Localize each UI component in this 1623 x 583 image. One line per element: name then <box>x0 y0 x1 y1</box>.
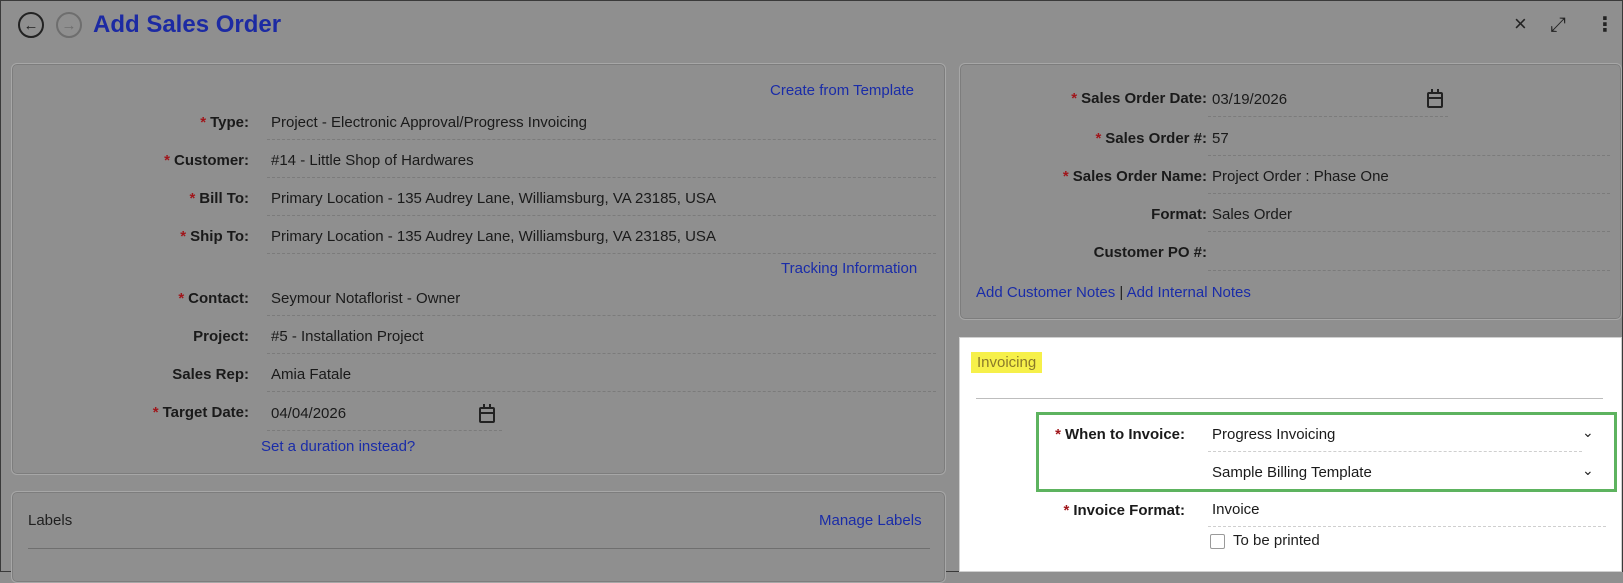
contact-field[interactable]: Seymour Notaflorist - Owner <box>267 290 936 316</box>
customer-label: * Customer: <box>164 152 249 169</box>
invoice-format-field[interactable]: Invoice <box>1208 501 1606 527</box>
sales-order-number-label: * Sales Order #: <box>1095 130 1207 147</box>
sales-order-name-field[interactable]: Project Order : Phase One <box>1208 168 1610 194</box>
invoicing-panel: Invoicing * When to Invoice: Progress Inv… <box>959 337 1622 572</box>
notes-links: Add Customer Notes | Add Internal Notes <box>976 284 1251 301</box>
type-label: * Type: <box>200 114 249 131</box>
tracking-information-link[interactable]: Tracking Information <box>781 260 917 277</box>
target-date-label: * Target Date: <box>152 404 249 421</box>
calendar-icon[interactable] <box>479 404 495 423</box>
when-to-invoice-select[interactable]: Progress Invoicing <box>1208 426 1582 452</box>
when-to-invoice-label: * When to Invoice: <box>1055 426 1185 443</box>
arrow-right-icon: → <box>61 16 77 34</box>
page-title: Add Sales Order <box>93 11 282 38</box>
ship-to-field[interactable]: Primary Location - 135 Audrey Lane, Will… <box>267 228 936 254</box>
customer-field[interactable]: #14 - Little Shop of Hardwares <box>267 152 936 178</box>
add-internal-notes-link[interactable]: Add Internal Notes <box>1127 284 1251 301</box>
expand-icon[interactable]: ⤢ <box>1550 15 1566 35</box>
sales-order-name-label: * Sales Order Name: <box>1062 168 1207 185</box>
manage-labels-link[interactable]: Manage Labels <box>819 512 922 529</box>
type-field[interactable]: Project - Electronic Approval/Progress I… <box>267 114 936 140</box>
project-field[interactable]: #5 - Installation Project <box>267 328 936 354</box>
app-window: ← → Add Sales Order × ⤢ ⋮ Create from Te… <box>0 0 1623 583</box>
ship-to-label: * Ship To: <box>180 228 249 245</box>
customer-po-field[interactable] <box>1208 244 1610 271</box>
arrow-left-icon: ← <box>23 16 39 34</box>
order-info-panel: * Sales Order Date: 03/19/2026 * Sales Ord… <box>959 63 1622 320</box>
sales-order-date-label: * Sales Order Date: <box>1071 90 1207 107</box>
invoicing-title: Invoicing <box>971 352 1043 373</box>
contact-label: * Contact: <box>178 290 249 307</box>
calendar-icon[interactable] <box>1427 89 1443 108</box>
set-duration-link[interactable]: Set a duration instead? <box>261 438 415 455</box>
order-details-panel: Create from Template * Type: Project - El… <box>11 63 946 475</box>
format-label: Format: <box>1151 206 1207 223</box>
target-date-field[interactable]: 04/04/2026 <box>267 405 502 431</box>
sales-order-date-field[interactable]: 03/19/2026 <box>1208 91 1448 117</box>
project-label: Project: <box>193 328 249 345</box>
bill-to-label: * Bill To: <box>189 190 249 207</box>
more-options-icon[interactable]: ⋮ <box>1595 15 1615 35</box>
to-be-printed-checkbox[interactable] <box>1210 534 1225 549</box>
forward-button[interactable]: → <box>56 12 82 38</box>
notes-separator: | <box>1119 284 1124 301</box>
to-be-printed-label: To be printed <box>1233 532 1320 549</box>
chevron-down-icon[interactable]: ⌄ <box>1582 462 1594 479</box>
labels-divider <box>28 548 930 549</box>
sales-rep-field[interactable]: Amia Fatale <box>267 366 936 392</box>
billing-template-select[interactable]: Sample Billing Template <box>1208 464 1582 489</box>
labels-panel: Labels Manage Labels <box>11 491 946 583</box>
sales-order-number-field[interactable]: 57 <box>1208 130 1610 156</box>
page-header: ← → Add Sales Order × ⤢ ⋮ <box>1 1 1622 53</box>
format-field[interactable]: Sales Order <box>1208 206 1610 232</box>
create-from-template-link[interactable]: Create from Template <box>770 82 914 99</box>
chevron-down-icon[interactable]: ⌄ <box>1582 424 1594 441</box>
close-icon[interactable]: × <box>1514 13 1527 35</box>
invoicing-divider <box>976 398 1603 399</box>
bill-to-field[interactable]: Primary Location - 135 Audrey Lane, Will… <box>267 190 936 216</box>
sales-rep-label: Sales Rep: <box>172 366 249 383</box>
back-button[interactable]: ← <box>18 12 44 38</box>
add-customer-notes-link[interactable]: Add Customer Notes <box>976 284 1115 301</box>
invoice-format-label: * Invoice Format: <box>1063 502 1185 519</box>
customer-po-label: Customer PO #: <box>1093 244 1207 261</box>
labels-title: Labels <box>28 512 73 529</box>
